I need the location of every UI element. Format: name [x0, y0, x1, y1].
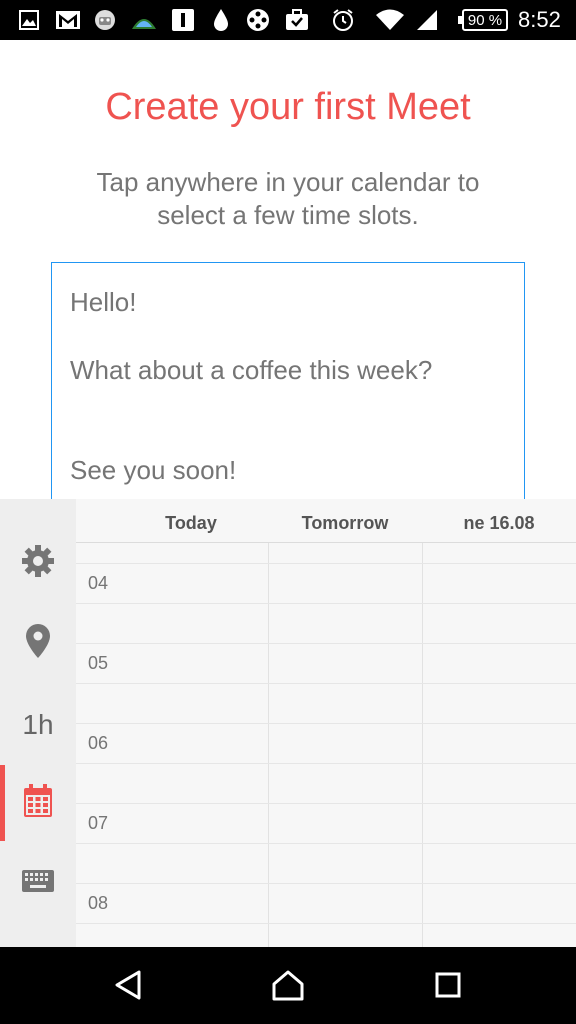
hour-line — [76, 563, 576, 564]
message-line-2: What about a coffee this week? — [70, 355, 433, 385]
hour-line — [76, 723, 576, 724]
wifi-icon — [374, 8, 406, 32]
gear-icon — [20, 543, 56, 584]
duration-button[interactable]: 1h — [0, 687, 76, 763]
recents-square-icon — [434, 971, 462, 1004]
settings-button[interactable] — [0, 525, 76, 601]
calendar-grid[interactable]: Today Tomorrow ne 16.08 04 05 06 07 08 — [76, 499, 576, 947]
day-header-today[interactable]: Today — [114, 513, 268, 534]
calendar-icon — [23, 783, 53, 823]
page-title: Create your first Meet — [105, 86, 471, 128]
day-header-third[interactable]: ne 16.08 — [422, 513, 576, 534]
calendar-header: Today Tomorrow ne 16.08 — [76, 499, 576, 543]
location-button[interactable] — [0, 605, 76, 681]
message-line-3: See you soon! — [70, 455, 237, 485]
back-triangle-icon — [113, 969, 143, 1006]
sim-icon — [170, 8, 196, 32]
hour-label: 04 — [88, 573, 109, 593]
half-hour-line — [76, 763, 576, 764]
home-button[interactable] — [268, 967, 308, 1007]
sidebar: 1h — [0, 499, 76, 947]
half-hour-line — [76, 923, 576, 924]
alarm-icon — [330, 8, 356, 32]
half-hour-line — [76, 683, 576, 684]
battery-indicator: 90 % — [458, 9, 508, 31]
message-input[interactable]: Hello! What about a coffee this week? Se… — [51, 262, 525, 502]
recents-button[interactable] — [428, 967, 468, 1007]
gallery-icon — [18, 8, 40, 32]
duration-label: 1h — [22, 709, 54, 740]
robot-icon — [92, 8, 118, 32]
half-hour-line — [76, 603, 576, 604]
day-header-tomorrow[interactable]: Tomorrow — [268, 513, 422, 534]
location-pin-icon — [25, 623, 51, 664]
status-time: 8:52 — [518, 7, 561, 32]
instructions-text: Tap anywhere in your calendar to select … — [96, 167, 480, 230]
status-bar: 90 % 8:52 — [0, 0, 576, 40]
hour-line — [76, 803, 576, 804]
half-hour-line — [76, 843, 576, 844]
hour-line — [76, 643, 576, 644]
keyboard-icon — [22, 869, 54, 897]
mountain-icon — [129, 8, 159, 32]
hour-label: 06 — [88, 733, 109, 753]
hour-label: 08 — [88, 893, 109, 913]
message-line-1: Hello! — [70, 287, 137, 317]
calendar-button[interactable] — [0, 765, 76, 841]
hour-label: 07 — [88, 813, 109, 833]
navigation-bar — [0, 947, 576, 1024]
gmail-icon — [55, 8, 81, 32]
home-icon — [271, 969, 305, 1006]
back-button[interactable] — [108, 967, 148, 1007]
drop-icon — [210, 8, 232, 32]
hour-line — [76, 883, 576, 884]
film-icon — [245, 8, 271, 32]
signal-icon — [414, 8, 440, 32]
hour-label: 05 — [88, 653, 109, 673]
keyboard-button[interactable] — [0, 845, 76, 921]
briefcase-icon — [284, 8, 310, 32]
